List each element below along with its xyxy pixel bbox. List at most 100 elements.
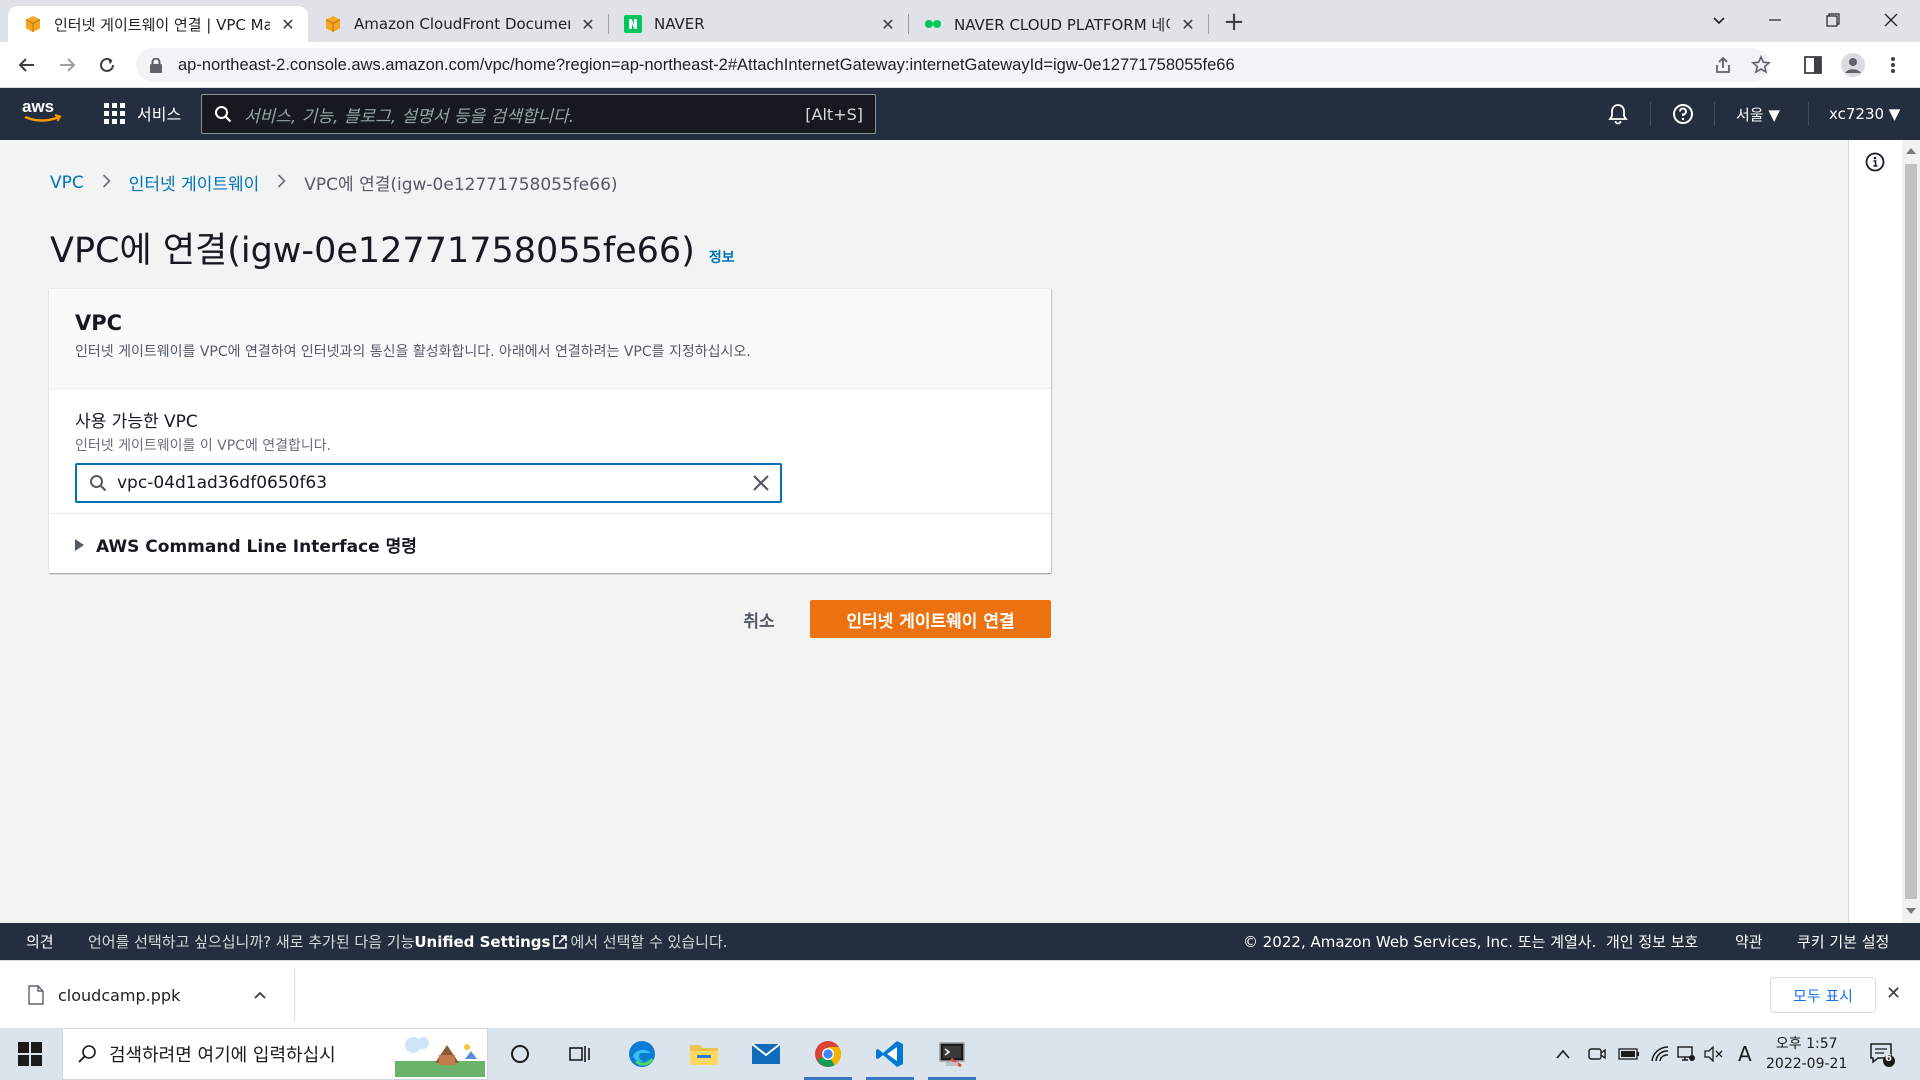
page-scrollbar[interactable]	[1902, 140, 1920, 923]
meet-now-icon[interactable]	[1588, 1028, 1606, 1080]
language-prefix: 언어를 선택하고 싶으십니까? 새로 추가된 다음 기능	[88, 933, 415, 951]
mail-icon[interactable]	[738, 1028, 794, 1080]
info-link[interactable]: 정보	[709, 247, 735, 267]
task-view-icon[interactable]	[552, 1028, 608, 1080]
scrollbar-thumb[interactable]	[1905, 164, 1917, 899]
aws-logo[interactable]: aws	[22, 96, 64, 130]
profile-avatar-icon[interactable]	[1840, 52, 1866, 78]
tab-vpc-console[interactable]: 인터넷 게이트웨이 연결 | VPC Ma ✕	[8, 6, 308, 42]
scroll-up-icon[interactable]	[1906, 148, 1916, 154]
close-window-icon[interactable]	[1868, 0, 1914, 40]
breadcrumb-internet-gateways[interactable]: 인터넷 게이트웨이	[129, 170, 260, 195]
feedback-link[interactable]: 의견	[26, 923, 54, 960]
field-label: 사용 가능한 VPC	[75, 412, 198, 432]
language-suffix: 에서 선택할 수 있습니다.	[570, 933, 728, 951]
tab-naver-cloud[interactable]: NAVER CLOUD PLATFORM 네이 ✕	[908, 6, 1208, 42]
vpc-autosuggest-input[interactable]: vpc-04d1ad36df0650f63	[75, 463, 782, 503]
show-hidden-icons-chevron[interactable]	[1556, 1028, 1570, 1080]
search-icon	[89, 474, 107, 492]
lock-icon	[150, 57, 166, 73]
container-header: VPC 인터넷 게이트웨이를 VPC에 연결하여 인터넷과의 통신을 활성화합니…	[49, 289, 1051, 389]
vpc-container: VPC 인터넷 게이트웨이를 VPC에 연결하여 인터넷과의 통신을 활성화합니…	[49, 288, 1051, 573]
download-item[interactable]: cloudcamp.ppk	[28, 961, 266, 1029]
breadcrumb: VPC 인터넷 게이트웨이 VPC에 연결(igw-0e12771758055f…	[50, 170, 618, 196]
tab-close-icon[interactable]: ✕	[578, 14, 598, 34]
edge-icon[interactable]	[614, 1028, 670, 1080]
taskbar-clock[interactable]: 오후 1:57 2022-09-21	[1766, 1034, 1847, 1074]
restore-icon[interactable]	[1810, 0, 1856, 40]
browser-menu-icon[interactable]	[1880, 52, 1906, 78]
notifications-bell-icon[interactable]	[1608, 88, 1628, 140]
cortana-icon[interactable]	[492, 1028, 548, 1080]
cli-expandable-section[interactable]: AWS Command Line Interface 명령	[49, 514, 1051, 575]
file-explorer-icon[interactable]	[676, 1028, 732, 1080]
battery-icon[interactable]	[1618, 1028, 1640, 1080]
page-header: VPC에 연결(igw-0e12771758055fe66) 정보	[50, 222, 735, 273]
tab-close-icon[interactable]: ✕	[278, 14, 298, 34]
chevron-right-icon	[277, 173, 286, 192]
aws-search-input[interactable]: 서비스, 기능, 블로그, 설명서 등을 검색합니다. [Alt+S]	[201, 94, 876, 134]
tools-panel-rail	[1848, 140, 1902, 923]
services-menu-button[interactable]: 서비스	[104, 101, 181, 125]
show-all-downloads-button[interactable]: 모두 표시	[1770, 977, 1876, 1013]
vscode-icon[interactable]	[862, 1028, 918, 1080]
breadcrumb-vpc[interactable]: VPC	[50, 173, 84, 193]
browser-toolbar: ap-northeast-2.console.aws.amazon.com/vp…	[0, 42, 1920, 88]
language-notice: 언어를 선택하고 싶으십니까? 새로 추가된 다음 기능 Unified Set…	[88, 923, 728, 960]
putty-icon[interactable]	[924, 1028, 980, 1080]
chrome-icon[interactable]	[800, 1028, 856, 1080]
nav-divider	[1808, 102, 1809, 126]
speaker-muted-icon[interactable]	[1704, 1028, 1724, 1080]
cookie-preferences-link[interactable]: 쿠키 기본 설정	[1797, 923, 1889, 960]
attach-internet-gateway-button[interactable]: 인터넷 게이트웨이 연결	[810, 600, 1051, 638]
taskbar-search-placeholder: 검색하려면 여기에 입력하십시	[109, 1045, 336, 1066]
nav-divider	[1650, 102, 1651, 126]
help-icon[interactable]	[1672, 88, 1694, 140]
search-icon	[214, 105, 232, 123]
chevron-right-icon	[102, 173, 111, 192]
close-download-shelf-icon[interactable]: ✕	[1886, 983, 1901, 1004]
unified-settings-link[interactable]: Unified Settings	[414, 933, 550, 951]
aws-logo-text: aws	[22, 97, 54, 116]
tab-naver[interactable]: NAVER ✕	[608, 6, 908, 42]
share-icon[interactable]	[1710, 52, 1736, 78]
wifi-icon[interactable]	[1650, 1028, 1670, 1080]
terms-link[interactable]: 약관	[1735, 923, 1763, 960]
new-tab-button[interactable]: +	[1220, 7, 1248, 37]
url-text: ap-northeast-2.console.aws.amazon.com/vp…	[178, 55, 1235, 74]
windows-start-icon[interactable]	[18, 1042, 42, 1066]
ime-indicator[interactable]: A	[1738, 1028, 1752, 1080]
services-label: 서비스	[137, 105, 182, 124]
address-bar[interactable]: ap-northeast-2.console.aws.amazon.com/vp…	[136, 48, 1770, 82]
forward-icon[interactable]	[52, 50, 82, 80]
minimize-icon[interactable]	[1752, 0, 1798, 40]
windows-taskbar: 검색하려면 여기에 입력하십시 A 오후 1:57 2022-09-21 6	[0, 1028, 1920, 1080]
tab-title: Amazon CloudFront Documenta	[354, 15, 570, 33]
account-menu[interactable]: xc7230 ▼	[1829, 88, 1900, 140]
aws-box-icon	[24, 15, 42, 33]
region-selector[interactable]: 서울 ▼	[1736, 88, 1780, 140]
tab-close-icon[interactable]: ✕	[1178, 14, 1198, 34]
side-panel-icon[interactable]	[1800, 52, 1826, 78]
bookmark-star-icon[interactable]	[1748, 52, 1774, 78]
tab-search-icon[interactable]	[1696, 0, 1742, 40]
reload-icon[interactable]	[92, 50, 122, 80]
info-circle-icon[interactable]	[1865, 152, 1885, 176]
tab-close-icon[interactable]: ✕	[878, 14, 898, 34]
file-icon	[28, 985, 44, 1005]
back-icon[interactable]	[12, 50, 42, 80]
chevron-up-icon[interactable]	[254, 991, 266, 999]
taskbar-search-box[interactable]: 검색하려면 여기에 입력하십시	[62, 1028, 488, 1080]
action-center-icon[interactable]: 6	[1868, 1040, 1896, 1068]
network-icon[interactable]	[1676, 1028, 1696, 1080]
download-shelf: cloudcamp.ppk 모두 표시 ✕	[0, 960, 1920, 1028]
scroll-down-icon[interactable]	[1906, 908, 1916, 914]
naver-icon	[624, 15, 642, 33]
privacy-link[interactable]: 개인 정보 보호	[1606, 923, 1698, 960]
clear-input-icon[interactable]	[752, 474, 770, 492]
cancel-button[interactable]: 취소	[724, 600, 794, 638]
aws-top-nav: aws 서비스 서비스, 기능, 블로그, 설명서 등을 검색합니다. [Alt…	[0, 88, 1920, 140]
search-icon	[77, 1044, 97, 1064]
tab-cloudfront-docs[interactable]: Amazon CloudFront Documenta ✕	[308, 6, 608, 42]
container-description: 인터넷 게이트웨이를 VPC에 연결하여 인터넷과의 통신을 활성화합니다. 아…	[75, 344, 751, 360]
